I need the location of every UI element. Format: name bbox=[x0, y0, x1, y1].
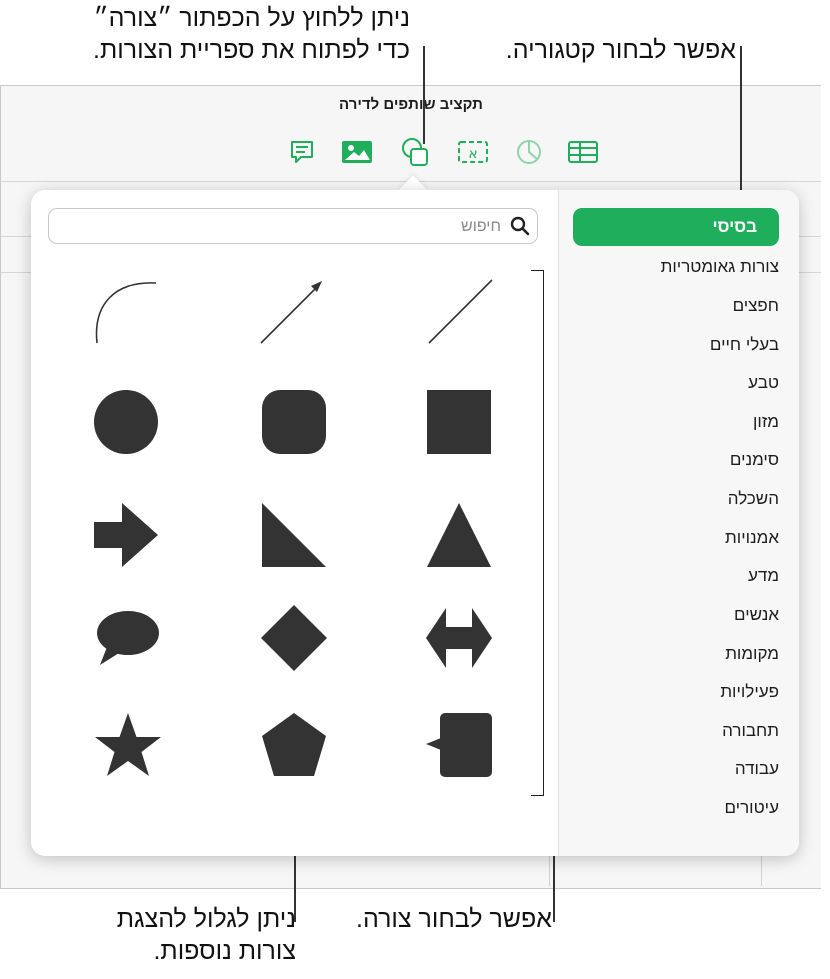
shape-pentagon[interactable] bbox=[259, 710, 329, 780]
star-icon bbox=[95, 713, 161, 776]
speech-bubble-icon bbox=[97, 611, 159, 665]
right-triangle-icon bbox=[262, 503, 326, 567]
callout-line: ניתן לגלול להצגת bbox=[116, 905, 296, 933]
comment-button[interactable] bbox=[284, 136, 320, 168]
chart-button[interactable] bbox=[511, 136, 547, 168]
category-item[interactable]: מקומות bbox=[725, 638, 779, 670]
table-button[interactable] bbox=[565, 136, 601, 168]
shape-grid-bracket bbox=[531, 270, 544, 796]
rounded-square-icon bbox=[262, 390, 326, 454]
text-button-glyph: א bbox=[468, 146, 477, 162]
callout-square-icon bbox=[426, 713, 492, 777]
curve-icon bbox=[95, 282, 156, 344]
category-item[interactable]: אמנויות bbox=[725, 522, 779, 554]
shape-button[interactable] bbox=[397, 136, 433, 168]
arrow-line-icon bbox=[260, 281, 322, 344]
square-icon bbox=[427, 390, 491, 454]
shape-callout-square[interactable] bbox=[424, 710, 494, 780]
shape-double-arrow[interactable] bbox=[424, 603, 494, 673]
category-item[interactable]: טבע bbox=[748, 367, 779, 399]
table-icon bbox=[568, 141, 598, 163]
comment-icon bbox=[291, 141, 313, 163]
callout-choose-category: אפשר לבחור קטגוריה. bbox=[480, 34, 736, 66]
callout-scroll-more: ניתן לגלול להצגת צורות נוספות. bbox=[60, 903, 296, 967]
category-list: בסיסי צורות גאומטריות חפצים בעלי חיים טב… bbox=[559, 190, 799, 856]
pentagon-icon bbox=[262, 713, 326, 776]
callout-line: ניתן ללחוץ על הכפתור ״צורה״ bbox=[93, 4, 410, 32]
category-item[interactable]: מדע bbox=[748, 560, 779, 592]
category-item[interactable]: עיטורים bbox=[724, 792, 779, 824]
shape-diamond[interactable] bbox=[259, 603, 329, 673]
callout-line: אפשר לבחור קטגוריה. bbox=[505, 36, 736, 64]
shapes-pane[interactable] bbox=[31, 190, 559, 856]
category-item[interactable]: השכלה bbox=[728, 483, 779, 515]
shape-line[interactable] bbox=[424, 275, 494, 345]
category-item[interactable]: תחבורה bbox=[722, 715, 779, 747]
text-icon: א bbox=[458, 141, 488, 163]
shape-circle[interactable] bbox=[91, 387, 161, 457]
diamond-icon bbox=[261, 605, 327, 671]
category-item-selected[interactable]: בסיסי bbox=[573, 208, 779, 246]
callout-choose-shape: אפשר לבחור צורה. bbox=[330, 903, 552, 935]
document-title: תקציב שותפים לדירה bbox=[339, 96, 483, 113]
shape-arrow-line[interactable] bbox=[256, 275, 326, 345]
triangle-icon bbox=[427, 503, 491, 567]
shape-right-triangle[interactable] bbox=[259, 500, 329, 570]
category-item[interactable]: חפצים bbox=[733, 290, 779, 322]
leader-line bbox=[740, 46, 742, 208]
shape-speech-bubble[interactable] bbox=[93, 605, 163, 675]
right-arrow-icon bbox=[94, 503, 158, 567]
text-button[interactable]: א bbox=[455, 136, 491, 168]
search-field[interactable] bbox=[48, 208, 538, 245]
callout-tap-shape-button: ניתן ללחוץ על הכפתור ״צורה״ כדי לפתוח את… bbox=[80, 2, 410, 66]
line-icon bbox=[428, 279, 493, 344]
shape-star[interactable] bbox=[93, 710, 163, 780]
callout-line: צורות נוספות. bbox=[153, 937, 296, 965]
category-item[interactable]: צורות גאומטריות bbox=[661, 251, 779, 283]
shape-icon bbox=[402, 138, 428, 166]
shape-rounded-square[interactable] bbox=[259, 387, 329, 457]
media-icon bbox=[342, 141, 372, 163]
media-button[interactable] bbox=[339, 136, 375, 168]
category-item[interactable]: סימנים bbox=[730, 444, 779, 476]
shape-library-popover: בסיסי צורות גאומטריות חפצים בעלי חיים טב… bbox=[31, 190, 799, 856]
chart-icon bbox=[517, 140, 541, 164]
circle-icon bbox=[94, 390, 158, 454]
category-item[interactable]: בעלי חיים bbox=[710, 329, 779, 361]
shape-curve[interactable] bbox=[86, 275, 156, 345]
shape-triangle[interactable] bbox=[424, 500, 494, 570]
category-item[interactable]: מזון bbox=[753, 406, 779, 438]
callout-line: אפשר לבחור צורה. bbox=[356, 905, 552, 933]
search-icon bbox=[510, 216, 530, 236]
category-item[interactable]: פעילויות bbox=[720, 676, 779, 708]
search-input[interactable] bbox=[99, 209, 503, 245]
callout-line: כדי לפתוח את ספריית הצורות. bbox=[93, 36, 410, 64]
leader-line bbox=[423, 46, 425, 144]
shape-square[interactable] bbox=[424, 387, 494, 457]
category-item[interactable]: אנשים bbox=[734, 599, 779, 631]
category-item[interactable]: עבודה bbox=[735, 753, 779, 785]
double-arrow-icon bbox=[426, 608, 492, 668]
shape-right-arrow[interactable] bbox=[91, 500, 161, 570]
